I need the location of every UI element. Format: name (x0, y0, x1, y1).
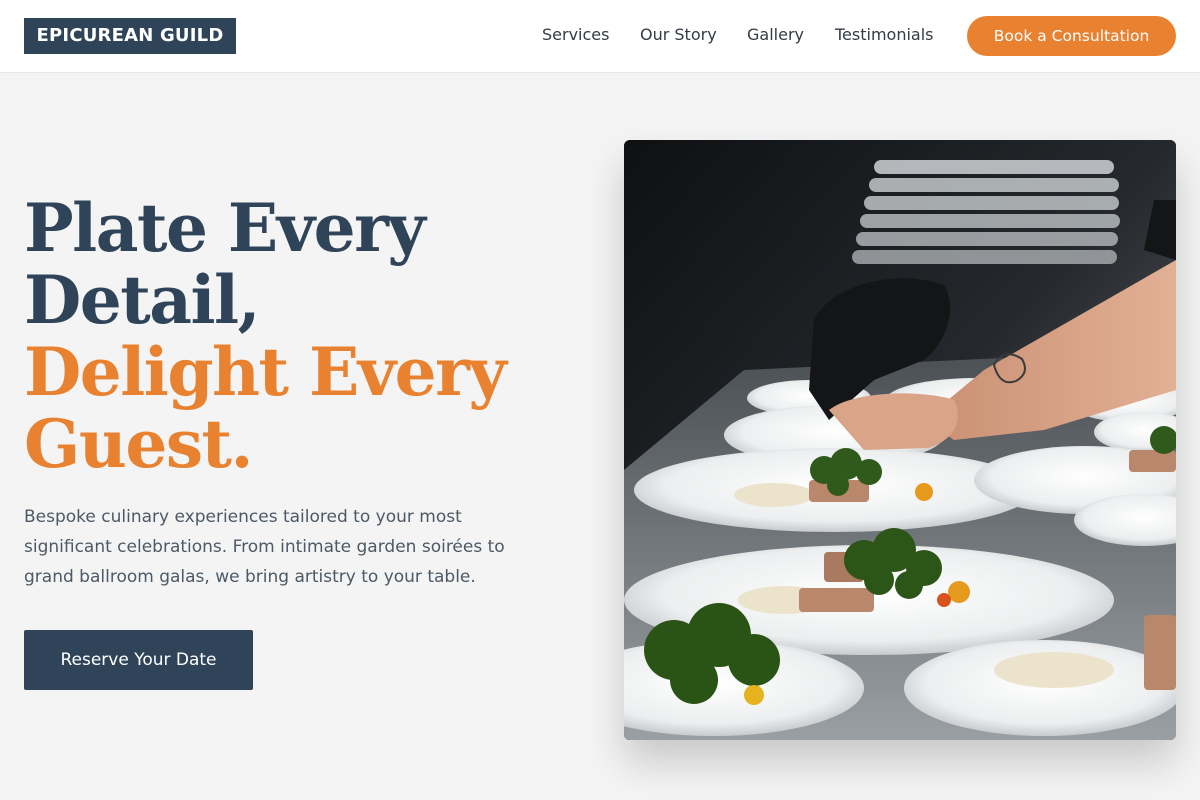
nav-link-testimonials[interactable]: Testimonials (835, 24, 934, 46)
hero-title-accent-line: Delight Every (24, 333, 507, 411)
hero-title-line: Plate Every (24, 189, 426, 267)
book-consultation-button[interactable]: Book a Consultation (967, 16, 1176, 56)
hero-subtitle: Bespoke culinary experiences tailored to… (24, 502, 564, 592)
hero-subtitle-line: significant celebrations. From intimate … (24, 537, 505, 557)
hero-title-accent-line: Guest. (24, 405, 253, 483)
hero-photo (624, 140, 1176, 740)
site-header: EPICUREAN GUILD Services Our Story Galle… (0, 0, 1200, 73)
hero-title: Plate Every Detail, Delight Every Guest. (24, 192, 584, 480)
nav-link-our-story[interactable]: Our Story (640, 24, 717, 46)
reserve-date-button[interactable]: Reserve Your Date (24, 630, 253, 690)
nav-link-gallery[interactable]: Gallery (747, 24, 804, 46)
nav-link-services[interactable]: Services (542, 24, 609, 46)
brand-logo[interactable]: EPICUREAN GUILD (24, 18, 236, 54)
hero-subtitle-line: grand ballroom galas, we bring artistry … (24, 567, 476, 587)
hero-title-line: Detail, (24, 261, 261, 339)
chef-plating-illustration (624, 140, 1176, 740)
hero-subtitle-line: Bespoke culinary experiences tailored to… (24, 507, 462, 527)
